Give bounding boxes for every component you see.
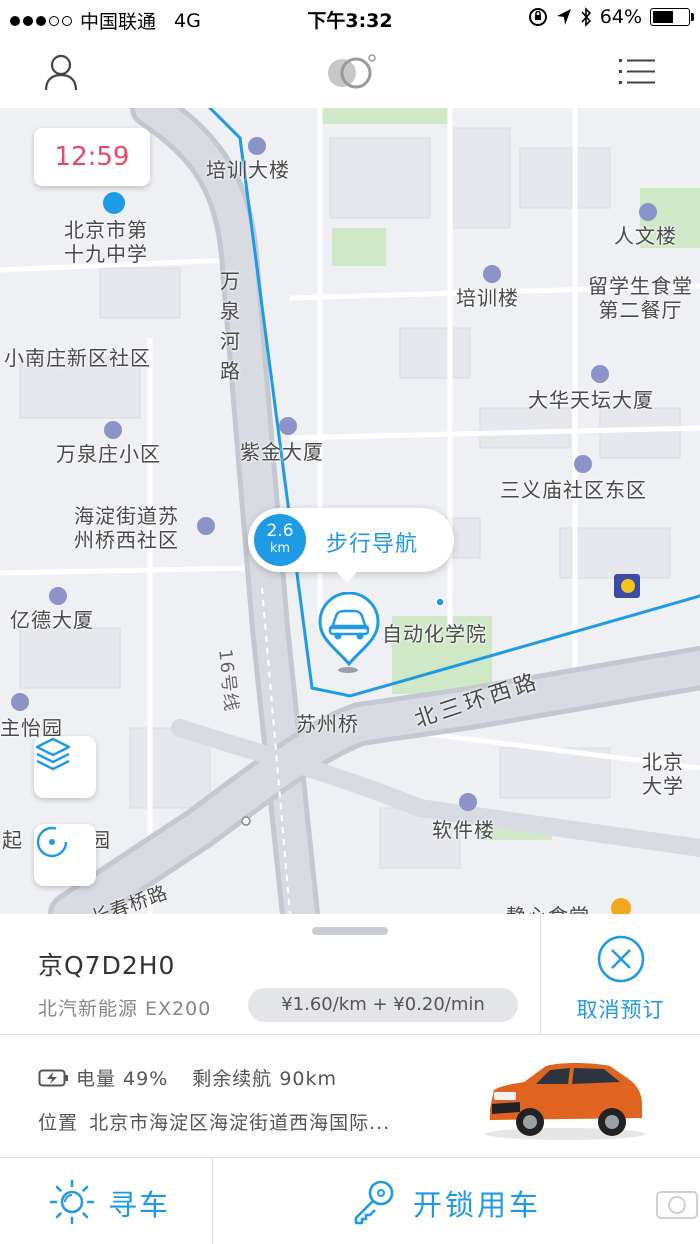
map-label-zidonghua: 自动化学院 (382, 622, 487, 646)
cancel-reservation-button[interactable]: 取消预订 (541, 914, 700, 1034)
locate-button[interactable] (34, 824, 96, 886)
map-label-renwenlou: 人文楼 (614, 224, 677, 248)
layers-icon (35, 737, 71, 771)
find-car-label: 寻车 (108, 1188, 171, 1222)
battery-charge-icon (38, 1069, 68, 1086)
cancel-reservation-label: 取消预订 (576, 998, 665, 1022)
locate-icon (36, 826, 68, 858)
battery-range-row: 电量 49% 剩余续航 90km (38, 1064, 337, 1091)
map-label-wanquanhe-road: 万 泉 河 路 (220, 269, 241, 383)
map-view[interactable]: 培训大楼 北京市第 十九中学 万 泉 河 路 人文楼 培训楼 留学生食堂 第二餐… (0, 108, 700, 914)
list-menu-icon (619, 59, 655, 84)
map-label-suzhouqiao: 苏州桥 (296, 712, 359, 736)
profile-button[interactable] (36, 48, 86, 96)
reservation-timer: 12:59 (34, 128, 150, 186)
map-label-bottom-cut: 静心食堂 (506, 904, 590, 914)
map-label-zijin: 紫金大厦 (240, 440, 324, 464)
location-row: 位置 北京市海淀区海淀街道西海国际... (38, 1108, 390, 1135)
status-bar: 中国联通 4G 下午3:32 64% (0, 0, 700, 36)
panel-drag-handle[interactable] (312, 927, 388, 935)
user-icon (44, 54, 78, 91)
map-label-dahua: 大华天坛大厦 (528, 388, 654, 412)
app-header (0, 36, 700, 109)
timer-value: 12:59 (54, 142, 130, 172)
location-label: 位置 (38, 1112, 79, 1134)
map-label-yide: 亿德大厦 (10, 608, 94, 632)
camera-icon[interactable] (653, 1186, 700, 1220)
distance-value: 2.6 (266, 521, 294, 541)
distance-unit: km (269, 541, 291, 556)
key-icon (354, 1180, 394, 1225)
battery-icon (650, 8, 694, 26)
car-marker-icon[interactable] (318, 592, 380, 668)
map-label-peixun-dalou: 培训大楼 (206, 158, 290, 182)
map-label-sanyimiao: 三义庙社区东区 (500, 478, 647, 502)
car-model: 北汽新能源 EX200 (38, 998, 212, 1020)
rotation-lock-icon (528, 8, 547, 26)
battery-percent: 64% (599, 6, 642, 28)
car-info-panel: 京Q7D2H0 北汽新能源 EX200 ¥1.60/km + ¥0.20/min… (0, 914, 700, 1244)
unlock-car-label: 开锁用车 (413, 1188, 542, 1222)
map-label-ruanjianlou: 软件楼 (432, 818, 495, 842)
find-car-button[interactable]: 寻车 (0, 1158, 212, 1244)
walking-navigation-bubble[interactable]: 2.6 km 步行导航 (248, 508, 454, 583)
battery-level-text: 电量 49% (76, 1068, 169, 1090)
location-arrow-icon (556, 9, 571, 25)
map-label-liuxuesheng: 留学生食堂 第二餐厅 (588, 274, 693, 322)
price-badge: ¥1.60/km + ¥0.20/min (248, 988, 518, 1022)
location-text: 北京市海淀区海淀街道西海国际... (89, 1112, 391, 1134)
map-label-qi: 起 (2, 828, 23, 852)
walking-navigation-label: 步行导航 (326, 532, 419, 557)
orange-suv-image (485, 1063, 645, 1140)
map-label-beijing-daxue: 北京 大学 (642, 750, 684, 798)
map-label-xiaonanzhuang: 小南庄新区社区 (4, 346, 151, 370)
remaining-range-text: 剩余续航 90km (192, 1068, 338, 1090)
menu-button[interactable] (612, 48, 662, 96)
map-label-wanquanzhuang: 万泉庄小区 (56, 442, 161, 466)
app-logo (320, 48, 380, 96)
sun-flash-icon (49, 1179, 95, 1225)
license-plate: 京Q7D2H0 (38, 951, 176, 980)
distance-badge: 2.6 km (254, 514, 306, 566)
divider (0, 1034, 700, 1035)
bluetooth-icon (581, 7, 591, 27)
cancel-x-icon (597, 935, 645, 983)
map-label-haidian-suzhou: 海淀街道苏 州桥西社区 (74, 504, 179, 552)
unlock-car-button[interactable]: 开锁用车 (213, 1158, 700, 1244)
map-label-beijing-19: 北京市第 十九中学 (64, 218, 148, 266)
app-logo-icon (328, 54, 376, 89)
map-label-peixunlou: 培训楼 (456, 286, 519, 310)
layers-button[interactable] (34, 736, 96, 798)
